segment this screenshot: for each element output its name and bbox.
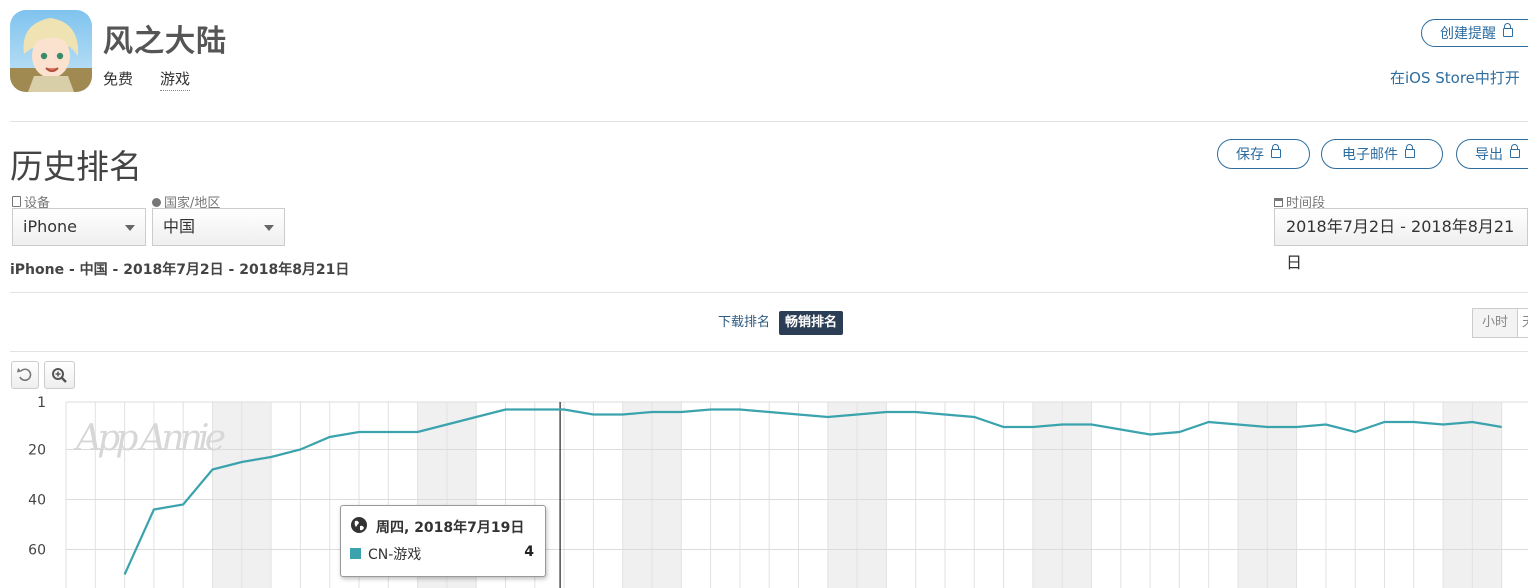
y-tick-label: 20 [28,443,46,459]
chart-tooltip: 周四, 2018年7月19日 CN-游戏 4 [340,505,546,577]
open-ios-store-link[interactable]: 在iOS Store中打开 [1390,67,1528,88]
app-icon [10,10,92,92]
y-tick-label: 1 [37,395,46,411]
caret-down-icon [125,225,135,231]
save-button[interactable]: 保存 [1217,139,1310,169]
lock-icon [1271,144,1281,158]
device-select[interactable]: iPhone [12,208,146,246]
lock-icon [1503,23,1513,37]
weekend-band [1062,402,1092,588]
country-select[interactable]: 中国 [152,208,285,246]
lock-icon [1510,144,1520,158]
period-value: 2018年7月2日 - 2018年8月21日 [1286,217,1515,272]
weekend-band [1032,402,1063,588]
y-tick-label: 60 [28,543,46,559]
export-label: 导出 [1475,147,1503,163]
create-alert-label: 创建提醒 [1440,26,1496,42]
app-category-link[interactable]: 游戏 [160,68,191,91]
granularity-day[interactable]: 天 [1518,309,1528,337]
app-price: 免费 [103,70,134,88]
tooltip-value: 4 [524,544,534,560]
create-alert-button[interactable]: 创建提醒 [1421,19,1528,47]
filters-divider [10,292,1528,293]
weekend-band [652,402,682,588]
email-button[interactable]: 电子邮件 [1321,139,1443,169]
selection-summary: iPhone - 中国 - 2018年7月2日 - 2018年8月21日 [10,262,350,278]
app-title: 风之大陆 [103,24,227,59]
tab-downloads[interactable]: 下载排名 [712,311,776,335]
weekend-band [1472,402,1502,588]
y-tick-label: 40 [28,493,46,509]
header-divider [10,121,1528,122]
calendar-icon [1274,198,1283,207]
tooltip-date: 周四, 2018年7月19日 [376,520,525,536]
tab-grossing[interactable]: 畅销排名 [779,311,844,335]
globe-icon [351,517,367,533]
country-value: 中国 [163,217,196,236]
reset-zoom-button[interactable] [11,361,39,389]
zoom-button[interactable] [44,361,75,389]
save-label: 保存 [1236,147,1264,163]
caret-down-icon [264,225,274,231]
lock-icon [1405,144,1415,158]
weekend-band [857,402,887,588]
undo-icon [17,368,32,382]
period-picker[interactable]: 2018年7月2日 - 2018年8月21日 [1274,208,1528,272]
zoom-in-icon [52,368,67,383]
rank-chart[interactable]: 1 20 40 60 App Annie [0,390,1528,588]
device-icon [12,196,21,207]
tooltip-series-swatch [350,548,361,559]
weekend-band [622,402,652,588]
export-button[interactable]: 导出 [1456,139,1528,169]
watermark: App Annie [73,418,226,459]
page-title: 历史排名 [10,147,142,186]
tabs-divider [10,351,1528,352]
globe-icon [152,198,161,207]
weekend-band [1238,402,1268,588]
weekend-band [241,402,272,588]
granularity-toggle: 小时 天 [1472,308,1528,338]
granularity-hour[interactable]: 小时 [1473,309,1518,337]
device-value: iPhone [23,217,78,236]
weekend-band [827,402,858,588]
tooltip-series-name: CN-游戏 [368,547,422,563]
weekend-band [1443,402,1473,588]
weekend-band [1267,402,1297,588]
email-label: 电子邮件 [1342,147,1398,163]
